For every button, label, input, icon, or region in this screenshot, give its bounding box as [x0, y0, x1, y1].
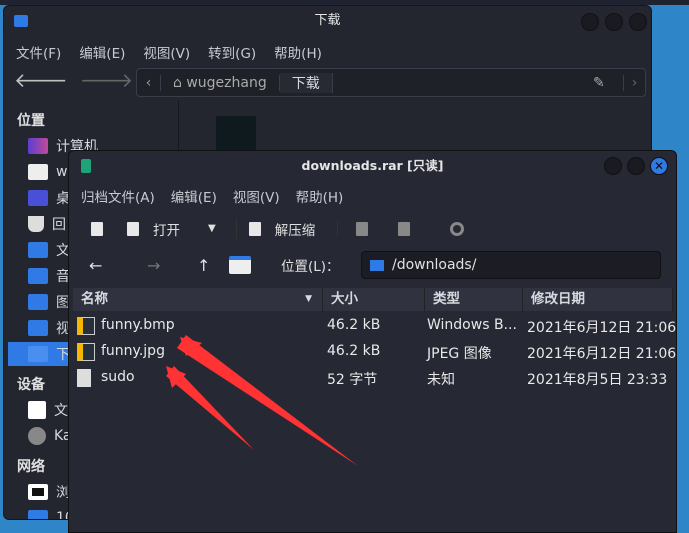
annotation-arrows	[166, 335, 358, 466]
